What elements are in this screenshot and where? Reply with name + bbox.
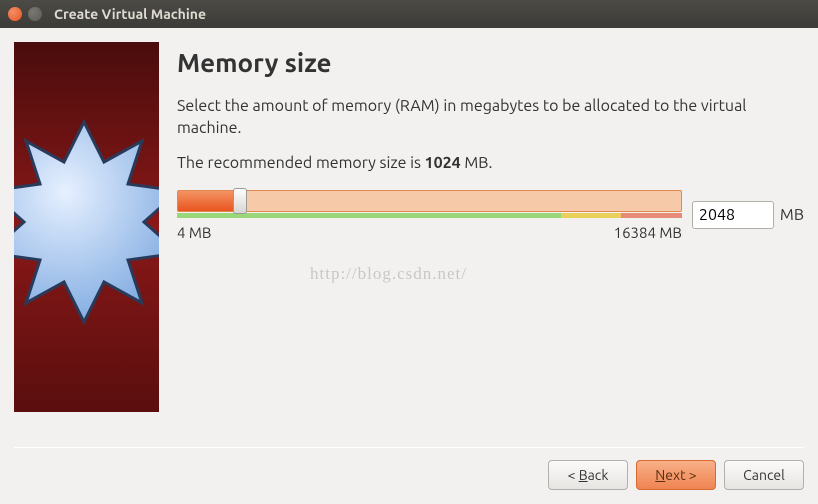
window-title: Create Virtual Machine [54, 6, 206, 22]
description-text: Select the amount of memory (RAM) in meg… [177, 95, 804, 140]
recommend-value: 1024 [425, 154, 461, 172]
wizard-side-image [14, 42, 159, 412]
recommend-prefix: The recommended memory size is [177, 154, 425, 172]
starburst-icon [14, 112, 159, 332]
page-title: Memory size [177, 48, 804, 77]
dialog-window: Create Virtual Machine Memory size Selec… [0, 0, 818, 504]
button-row: < Back Next > Cancel [0, 448, 818, 504]
slider-range-labels: 4 MB 16384 MB [177, 224, 682, 241]
next-button[interactable]: Next > [636, 460, 716, 490]
memory-slider-row: 4 MB 16384 MB ▲ ▼ MB [177, 190, 804, 241]
scale-danger [621, 213, 682, 218]
slider-fill [178, 191, 241, 211]
main-panel: Memory size Select the amount of memory … [177, 42, 804, 412]
spacer [0, 412, 818, 447]
slider-max-label: 16384 MB [614, 224, 682, 241]
minimize-icon[interactable] [28, 7, 42, 21]
slider-scale [177, 213, 682, 218]
memory-slider[interactable]: 4 MB 16384 MB [177, 190, 682, 241]
cancel-button[interactable]: Cancel [724, 460, 804, 490]
slider-track[interactable] [177, 190, 682, 212]
recommendation-text: The recommended memory size is 1024 MB. [177, 154, 804, 172]
memory-unit-label: MB [780, 206, 804, 224]
slider-min-label: 4 MB [177, 224, 211, 241]
memory-spinbox[interactable]: ▲ ▼ [692, 201, 774, 229]
memory-spin-wrap: ▲ ▼ MB [692, 201, 804, 229]
close-icon[interactable] [8, 7, 22, 21]
back-button[interactable]: < Back [548, 460, 628, 490]
titlebar[interactable]: Create Virtual Machine [0, 0, 818, 28]
slider-thumb[interactable] [233, 188, 247, 214]
content-area: Memory size Select the amount of memory … [0, 28, 818, 412]
scale-warning [561, 213, 622, 218]
recommend-suffix: MB. [461, 154, 493, 172]
